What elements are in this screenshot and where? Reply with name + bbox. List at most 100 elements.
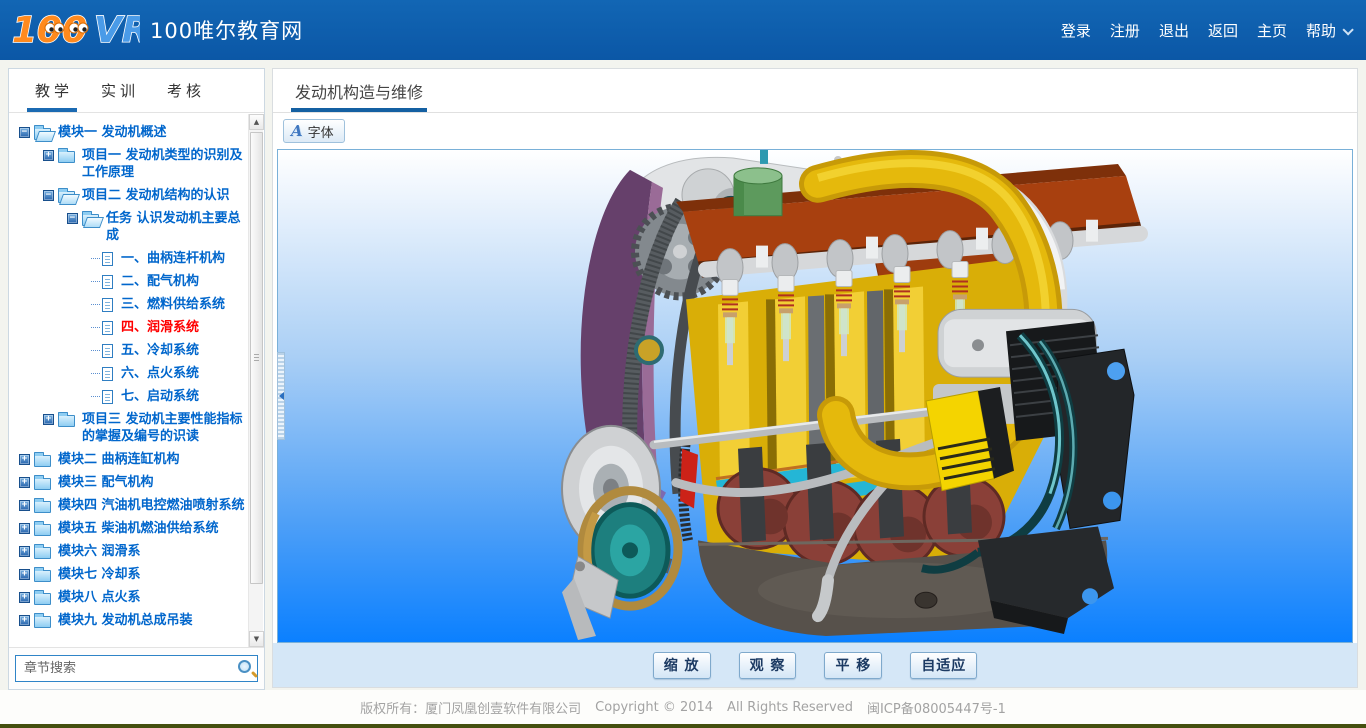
tree-item-label[interactable]: 三、燃料供给系统 (121, 296, 225, 313)
tree-item-label[interactable]: 模块七 冷却系 (58, 566, 141, 583)
expand-icon[interactable]: + (43, 414, 54, 425)
tree-connector (91, 350, 100, 351)
italic-A-icon: A (291, 122, 303, 140)
folder-closed-icon (58, 415, 75, 427)
tree-item-label[interactable]: 六、点火系统 (121, 365, 199, 382)
expand-icon[interactable]: + (43, 150, 54, 161)
tree-item-label[interactable]: 一、曲柄连杆机构 (121, 250, 225, 267)
tree-item[interactable]: + 模块四 汽油机电控燃油喷射系统 (9, 494, 246, 517)
sidebar-tabs: 教学实训考核 (9, 69, 264, 113)
tree-item[interactable]: 七、启动系统 (9, 385, 246, 408)
expand-icon[interactable]: + (19, 454, 30, 465)
tree-item[interactable]: − 模块一 发动机概述 (9, 121, 246, 144)
expand-icon[interactable]: + (19, 500, 30, 511)
tree-item[interactable]: + 模块三 配气机构 (9, 471, 246, 494)
expand-icon[interactable]: + (19, 477, 30, 488)
lesson-tab-bar: 发动机构造与维修 (273, 69, 1357, 113)
tree-item[interactable]: 四、润滑系统 (9, 316, 246, 339)
chapter-search-area (9, 647, 264, 689)
site-logo[interactable]: 100 VR 100唯尔教育网 (12, 7, 303, 53)
tree-item[interactable]: 一、曲柄连杆机构 (9, 247, 246, 270)
expand-icon[interactable]: + (19, 523, 30, 534)
viewer-control-button-3[interactable]: 自适应 (910, 652, 977, 679)
document-icon (102, 298, 113, 312)
sidebar-tab-1[interactable]: 实训 (87, 69, 153, 112)
scroll-down-icon[interactable]: ▼ (249, 631, 264, 647)
tree-item-label[interactable]: 模块五 柴油机燃油供给系统 (58, 520, 219, 537)
tree-item-label[interactable]: 模块一 发动机概述 (58, 124, 167, 141)
scrollbar-thumb[interactable] (250, 132, 263, 584)
tree-item-label[interactable]: 模块二 曲柄连缸机构 (58, 451, 180, 468)
tree-item-label[interactable]: 模块八 点火系 (58, 589, 141, 606)
header-link-4[interactable]: 主页 (1257, 20, 1287, 41)
header-link-0[interactable]: 登录 (1061, 20, 1091, 41)
tree-scrollbar[interactable]: ▲ ▼ (248, 114, 263, 647)
viewer-control-button-2[interactable]: 平 移 (824, 652, 882, 679)
chevron-down-icon[interactable] (1342, 24, 1353, 35)
folder-closed-icon (34, 616, 51, 628)
tree-item-label[interactable]: 四、润滑系统 (121, 319, 199, 336)
tree-connector (91, 327, 100, 328)
expand-icon[interactable]: + (19, 592, 30, 603)
lesson-tab-active[interactable]: 发动机构造与维修 (291, 69, 427, 112)
chapter-search-input[interactable] (15, 655, 258, 682)
tree-item-label[interactable]: 模块三 配气机构 (58, 474, 154, 491)
document-icon (102, 321, 113, 335)
collapse-icon[interactable]: − (19, 127, 30, 138)
expand-icon[interactable]: + (19, 569, 30, 580)
header-link-3[interactable]: 返回 (1208, 20, 1238, 41)
folder-closed-icon (58, 151, 75, 163)
engine-model-svg (278, 150, 1354, 642)
sidebar-tab-0[interactable]: 教学 (21, 69, 87, 112)
tree-item[interactable]: + 模块五 柴油机燃油供给系统 (9, 517, 246, 540)
tree-item[interactable]: 二、配气机构 (9, 270, 246, 293)
font-button[interactable]: A 字体 (283, 119, 345, 143)
viewer-control-button-1[interactable]: 观 察 (739, 652, 797, 679)
tree-item[interactable]: 六、点火系统 (9, 362, 246, 385)
expand-icon[interactable]: + (19, 615, 30, 626)
collapse-icon[interactable]: − (43, 190, 54, 201)
tree-item[interactable]: 三、燃料供给系统 (9, 293, 246, 316)
tree-item[interactable]: + 模块九 发动机总成吊装 (9, 609, 246, 632)
tree-item-label[interactable]: 模块六 润滑系 (58, 543, 141, 560)
sidebar-tab-2[interactable]: 考核 (153, 69, 219, 112)
collapse-icon[interactable]: − (67, 213, 78, 224)
tree-item[interactable]: + 模块六 润滑系 (9, 540, 246, 563)
viewer-control-button-0[interactable]: 缩 放 (653, 652, 711, 679)
tree-item-label[interactable]: 模块四 汽油机电控燃油喷射系统 (58, 497, 245, 514)
header-link-2[interactable]: 退出 (1159, 20, 1189, 41)
tree-item-label[interactable]: 五、冷却系统 (121, 342, 199, 359)
header-link-1[interactable]: 注册 (1110, 20, 1140, 41)
scroll-up-icon[interactable]: ▲ (249, 114, 264, 130)
tree-item[interactable]: + 模块二 曲柄连缸机构 (9, 448, 246, 471)
folder-open-icon (34, 128, 51, 140)
document-icon (102, 252, 113, 266)
viewer-toolbar: A 字体 (273, 113, 1357, 149)
engine-3d-viewer[interactable] (277, 149, 1353, 643)
folder-closed-icon (34, 593, 51, 605)
document-icon (102, 390, 113, 404)
tree-item[interactable]: + 模块七 冷却系 (9, 563, 246, 586)
header-link-5[interactable]: 帮助 (1306, 20, 1350, 41)
tree-connector (91, 304, 100, 305)
folder-closed-icon (34, 524, 51, 536)
search-magnifier-icon[interactable] (238, 660, 251, 673)
tree-item-label[interactable]: 项目一 发动机类型的识别及工作原理 (82, 147, 246, 181)
tree-item-label[interactable]: 二、配气机构 (121, 273, 199, 290)
tree-item-label[interactable]: 七、启动系统 (121, 388, 199, 405)
tree-item-label[interactable]: 项目二 发动机结构的认识 (82, 187, 230, 204)
folder-closed-icon (34, 570, 51, 582)
copyright-en: Copyright © 2014 (595, 700, 713, 715)
tree-item[interactable]: + 模块八 点火系 (9, 586, 246, 609)
folder-closed-icon (34, 478, 51, 490)
tree-item[interactable]: − 项目二 发动机结构的认识 (9, 184, 246, 207)
svg-text:VR: VR (94, 10, 140, 51)
tree-item[interactable]: + 项目三 发动机主要性能指标的掌握及编号的识读 (9, 408, 246, 448)
tree-item[interactable]: + 项目一 发动机类型的识别及工作原理 (9, 144, 246, 184)
tree-item[interactable]: − 任务 认识发动机主要总成 (9, 207, 246, 247)
tree-item-label[interactable]: 模块九 发动机总成吊装 (58, 612, 193, 629)
tree-item-label[interactable]: 任务 认识发动机主要总成 (106, 210, 246, 244)
expand-icon[interactable]: + (19, 546, 30, 557)
tree-item-label[interactable]: 项目三 发动机主要性能指标的掌握及编号的识读 (82, 411, 246, 445)
tree-item[interactable]: 五、冷却系统 (9, 339, 246, 362)
